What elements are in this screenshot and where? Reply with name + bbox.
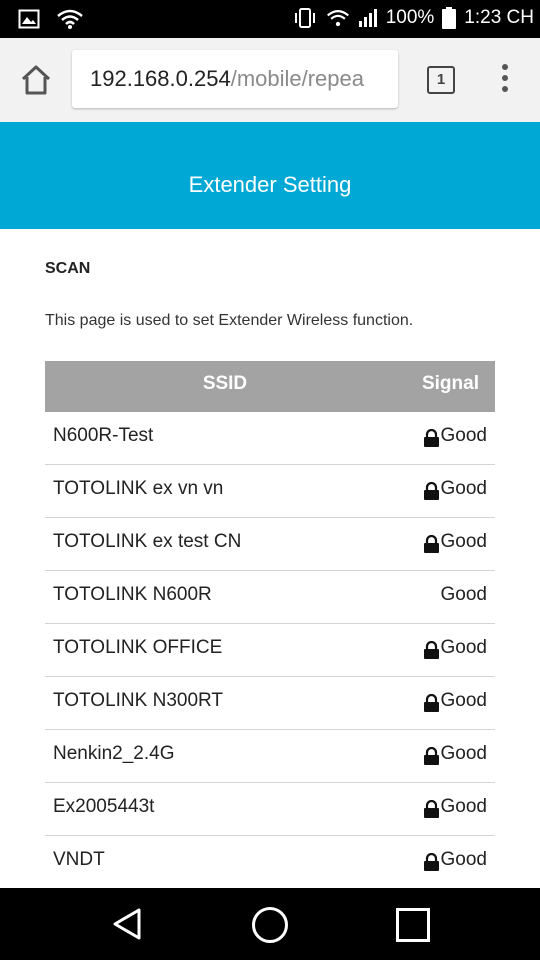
signal-cell: Good — [423, 478, 487, 500]
url-text: 192.168.0.254/mobile/repea — [90, 66, 364, 92]
ssid-cell: N600R-Test — [53, 425, 154, 446]
signal-cell: Good — [423, 743, 487, 765]
ssid-cell: TOTOLINK N300RT — [53, 690, 224, 711]
ssid-cell: TOTOLINK ex test CN — [53, 531, 242, 552]
signal-label: Good — [440, 743, 487, 764]
status-bar: 100% 1:23 CH — [0, 0, 540, 38]
vibrate-icon — [294, 8, 315, 28]
browser-toolbar: 192.168.0.254/mobile/repea 1 — [0, 38, 540, 123]
table-row[interactable]: Ex2005443t Good — [45, 783, 495, 836]
lock-icon — [423, 694, 439, 712]
signal-cell: Good — [423, 531, 487, 553]
ssid-cell: Ex2005443t — [53, 796, 155, 817]
table-header: SSID Signal — [45, 361, 495, 412]
signal-label: Good — [440, 531, 487, 552]
signal-label: Good — [440, 478, 487, 499]
table-row[interactable]: TOTOLINK N600R Good — [45, 571, 495, 624]
signal-cell: Good — [423, 425, 487, 447]
signal-cell: Good — [441, 584, 487, 606]
url-path: /mobile/repea — [230, 66, 365, 91]
signal-label: Good — [440, 584, 487, 605]
table-row[interactable]: N600R-Test Good — [45, 412, 495, 465]
back-icon[interactable] — [112, 908, 142, 940]
table-row[interactable]: VNDT Good — [45, 836, 495, 889]
signal-cell: Good — [423, 690, 487, 712]
home-nav-icon[interactable] — [252, 907, 288, 943]
section-title: SCAN — [45, 260, 91, 277]
url-host: 192.168.0.254 — [90, 66, 231, 91]
lock-icon — [423, 641, 439, 659]
signal-label: Good — [440, 637, 487, 658]
table-row[interactable]: TOTOLINK N300RT Good — [45, 677, 495, 730]
recent-apps-icon[interactable] — [396, 908, 430, 942]
table-row[interactable]: TOTOLINK ex test CN Good — [45, 518, 495, 571]
signal-label: Good — [440, 425, 487, 446]
column-header-signal: Signal — [421, 373, 479, 394]
navigation-bar — [0, 888, 540, 960]
page-header: Extender Setting — [0, 122, 540, 229]
home-icon[interactable] — [18, 62, 54, 98]
table-row[interactable]: TOTOLINK OFFICE Good — [45, 624, 495, 677]
clock: 1:23 CH — [464, 7, 534, 28]
signal-label: Good — [440, 849, 487, 870]
wifi-icon — [326, 10, 349, 27]
battery-percent: 100% — [385, 7, 435, 28]
signal-label: Good — [440, 690, 487, 711]
lock-icon — [423, 800, 439, 818]
battery-icon — [442, 7, 457, 29]
ssid-cell: Nenkin2_2.4G — [53, 743, 175, 764]
ssid-cell: TOTOLINK N600R — [53, 584, 212, 605]
lock-icon — [423, 747, 439, 765]
signal-icon — [358, 9, 377, 27]
signal-label: Good — [440, 796, 487, 817]
lock-icon — [423, 429, 439, 447]
signal-cell: Good — [423, 796, 487, 818]
lock-icon — [423, 482, 439, 500]
page-description: This page is used to set Extender Wirele… — [45, 312, 414, 329]
ssid-cell: VNDT — [53, 849, 105, 870]
page-title: Extender Setting — [188, 172, 352, 197]
tab-count: 1 — [436, 71, 446, 88]
ssid-cell: TOTOLINK ex vn vn — [53, 478, 224, 499]
lock-icon — [423, 535, 439, 553]
overflow-menu-icon[interactable] — [496, 64, 514, 98]
scan-table: SSID Signal N600R-Test Good TOTOLINK ex … — [45, 361, 495, 889]
table-row[interactable]: Nenkin2_2.4G Good — [45, 730, 495, 783]
image-icon — [18, 9, 40, 29]
column-header-ssid: SSID — [202, 373, 248, 394]
table-row[interactable]: TOTOLINK ex vn vn Good — [45, 465, 495, 518]
tabs-button[interactable]: 1 — [427, 66, 455, 94]
signal-cell: Good — [423, 849, 487, 871]
wifi-icon — [57, 9, 83, 29]
ssid-cell: TOTOLINK OFFICE — [53, 637, 223, 658]
url-bar[interactable]: 192.168.0.254/mobile/repea — [72, 50, 398, 108]
signal-cell: Good — [423, 637, 487, 659]
lock-icon — [423, 853, 439, 871]
